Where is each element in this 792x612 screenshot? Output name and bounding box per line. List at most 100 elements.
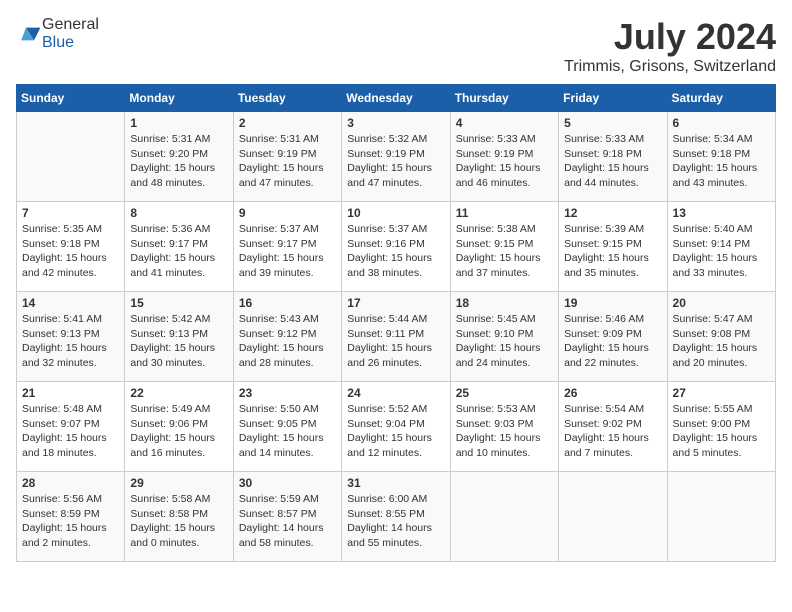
cell-content: Sunrise: 5:52 AM Sunset: 9:04 PM Dayligh… — [347, 402, 444, 461]
cell-content: Sunrise: 5:59 AM Sunset: 8:57 PM Dayligh… — [239, 492, 336, 551]
logo-icon — [18, 24, 42, 44]
cell-content: Sunrise: 5:37 AM Sunset: 9:16 PM Dayligh… — [347, 222, 444, 281]
cell-content: Sunrise: 5:45 AM Sunset: 9:10 PM Dayligh… — [456, 312, 553, 371]
calendar-cell: 22 Sunrise: 5:49 AM Sunset: 9:06 PM Dayli… — [125, 382, 233, 472]
cell-content: Sunrise: 5:54 AM Sunset: 9:02 PM Dayligh… — [564, 402, 661, 461]
calendar-cell: 19Sunrise: 5:46 AM Sunset: 9:09 PM Dayli… — [559, 292, 667, 382]
logo-blue-text: Blue — [42, 34, 74, 51]
cell-content: Sunrise: 5:50 AM Sunset: 9:05 PM Dayligh… — [239, 402, 336, 461]
cell-content: Sunrise: 5:34 AM Sunset: 9:18 PM Dayligh… — [673, 132, 770, 191]
calendar-cell: 26 Sunrise: 5:54 AM Sunset: 9:02 PM Dayli… — [559, 382, 667, 472]
calendar-cell: 27 Sunrise: 5:55 AM Sunset: 9:00 PM Dayli… — [667, 382, 775, 472]
day-number: 8 — [130, 206, 227, 220]
day-number: 1 — [130, 116, 227, 130]
page-header: General Blue July 2024 Trimmis, Grisons,… — [16, 16, 776, 76]
calendar-header-row: SundayMondayTuesdayWednesdayThursdayFrid… — [17, 85, 776, 112]
month-title: July 2024 — [564, 16, 776, 58]
day-number: 19 — [564, 296, 661, 310]
calendar-cell: 11Sunrise: 5:38 AM Sunset: 9:15 PM Dayli… — [450, 202, 558, 292]
day-number: 27 — [673, 386, 770, 400]
day-number: 24 — [347, 386, 444, 400]
calendar-cell: 3Sunrise: 5:32 AM Sunset: 9:19 PM Daylig… — [342, 112, 450, 202]
logo-general-text: General — [42, 16, 99, 33]
col-header-wednesday: Wednesday — [342, 85, 450, 112]
day-number: 7 — [22, 206, 119, 220]
calendar-week-row: 7 Sunrise: 5:35 AM Sunset: 9:18 PM Daylig… — [17, 202, 776, 292]
cell-content: Sunrise: 5:37 AM Sunset: 9:17 PM Dayligh… — [239, 222, 336, 281]
calendar-cell: 14Sunrise: 5:41 AM Sunset: 9:13 PM Dayli… — [17, 292, 125, 382]
calendar-week-row: 14Sunrise: 5:41 AM Sunset: 9:13 PM Dayli… — [17, 292, 776, 382]
col-header-saturday: Saturday — [667, 85, 775, 112]
day-number: 13 — [673, 206, 770, 220]
day-number: 22 — [130, 386, 227, 400]
cell-content: Sunrise: 5:47 AM Sunset: 9:08 PM Dayligh… — [673, 312, 770, 371]
day-number: 16 — [239, 296, 336, 310]
calendar-cell: 1Sunrise: 5:31 AM Sunset: 9:20 PM Daylig… — [125, 112, 233, 202]
day-number: 2 — [239, 116, 336, 130]
calendar-cell: 30 Sunrise: 5:59 AM Sunset: 8:57 PM Dayli… — [233, 472, 341, 562]
calendar-cell: 12 Sunrise: 5:39 AM Sunset: 9:15 PM Dayli… — [559, 202, 667, 292]
calendar-cell — [450, 472, 558, 562]
calendar-cell: 25 Sunrise: 5:53 AM Sunset: 9:03 PM Dayli… — [450, 382, 558, 472]
calendar-cell — [667, 472, 775, 562]
calendar-cell — [559, 472, 667, 562]
cell-content: Sunrise: 5:42 AM Sunset: 9:13 PM Dayligh… — [130, 312, 227, 371]
calendar-cell: 2 Sunrise: 5:31 AM Sunset: 9:19 PM Daylig… — [233, 112, 341, 202]
calendar-cell: 23 Sunrise: 5:50 AM Sunset: 9:05 PM Dayli… — [233, 382, 341, 472]
cell-content: Sunrise: 5:35 AM Sunset: 9:18 PM Dayligh… — [22, 222, 119, 281]
day-number: 18 — [456, 296, 553, 310]
day-number: 6 — [673, 116, 770, 130]
day-number: 12 — [564, 206, 661, 220]
calendar-body: 1Sunrise: 5:31 AM Sunset: 9:20 PM Daylig… — [17, 112, 776, 562]
day-number: 25 — [456, 386, 553, 400]
calendar-cell: 10 Sunrise: 5:37 AM Sunset: 9:16 PM Dayli… — [342, 202, 450, 292]
calendar-week-row: 28Sunrise: 5:56 AM Sunset: 8:59 PM Dayli… — [17, 472, 776, 562]
cell-content: Sunrise: 5:38 AM Sunset: 9:15 PM Dayligh… — [456, 222, 553, 281]
calendar-cell: 5Sunrise: 5:33 AM Sunset: 9:18 PM Daylig… — [559, 112, 667, 202]
cell-content: Sunrise: 5:53 AM Sunset: 9:03 PM Dayligh… — [456, 402, 553, 461]
day-number: 30 — [239, 476, 336, 490]
calendar-cell: 13 Sunrise: 5:40 AM Sunset: 9:14 PM Dayli… — [667, 202, 775, 292]
col-header-sunday: Sunday — [17, 85, 125, 112]
day-number: 21 — [22, 386, 119, 400]
calendar-cell: 17Sunrise: 5:44 AM Sunset: 9:11 PM Dayli… — [342, 292, 450, 382]
calendar-cell: 28Sunrise: 5:56 AM Sunset: 8:59 PM Dayli… — [17, 472, 125, 562]
day-number: 4 — [456, 116, 553, 130]
cell-content: Sunrise: 5:33 AM Sunset: 9:19 PM Dayligh… — [456, 132, 553, 191]
cell-content: Sunrise: 5:36 AM Sunset: 9:17 PM Dayligh… — [130, 222, 227, 281]
logo: General Blue — [16, 16, 99, 52]
calendar-cell: 21Sunrise: 5:48 AM Sunset: 9:07 PM Dayli… — [17, 382, 125, 472]
cell-content: Sunrise: 5:40 AM Sunset: 9:14 PM Dayligh… — [673, 222, 770, 281]
calendar-cell: 31Sunrise: 6:00 AM Sunset: 8:55 PM Dayli… — [342, 472, 450, 562]
cell-content: Sunrise: 5:39 AM Sunset: 9:15 PM Dayligh… — [564, 222, 661, 281]
day-number: 9 — [239, 206, 336, 220]
col-header-friday: Friday — [559, 85, 667, 112]
cell-content: Sunrise: 5:41 AM Sunset: 9:13 PM Dayligh… — [22, 312, 119, 371]
day-number: 20 — [673, 296, 770, 310]
calendar-week-row: 1Sunrise: 5:31 AM Sunset: 9:20 PM Daylig… — [17, 112, 776, 202]
calendar-cell: 6 Sunrise: 5:34 AM Sunset: 9:18 PM Daylig… — [667, 112, 775, 202]
calendar-cell: 24 Sunrise: 5:52 AM Sunset: 9:04 PM Dayli… — [342, 382, 450, 472]
day-number: 10 — [347, 206, 444, 220]
calendar-cell: 4 Sunrise: 5:33 AM Sunset: 9:19 PM Daylig… — [450, 112, 558, 202]
cell-content: Sunrise: 5:58 AM Sunset: 8:58 PM Dayligh… — [130, 492, 227, 551]
calendar-cell: 15 Sunrise: 5:42 AM Sunset: 9:13 PM Dayli… — [125, 292, 233, 382]
day-number: 29 — [130, 476, 227, 490]
calendar-cell: 16Sunrise: 5:43 AM Sunset: 9:12 PM Dayli… — [233, 292, 341, 382]
cell-content: Sunrise: 5:32 AM Sunset: 9:19 PM Dayligh… — [347, 132, 444, 191]
day-number: 5 — [564, 116, 661, 130]
day-number: 23 — [239, 386, 336, 400]
cell-content: Sunrise: 5:49 AM Sunset: 9:06 PM Dayligh… — [130, 402, 227, 461]
location-title: Trimmis, Grisons, Switzerland — [564, 58, 776, 76]
col-header-thursday: Thursday — [450, 85, 558, 112]
col-header-monday: Monday — [125, 85, 233, 112]
calendar-cell — [17, 112, 125, 202]
cell-content: Sunrise: 5:31 AM Sunset: 9:19 PM Dayligh… — [239, 132, 336, 191]
cell-content: Sunrise: 5:55 AM Sunset: 9:00 PM Dayligh… — [673, 402, 770, 461]
title-block: July 2024 Trimmis, Grisons, Switzerland — [564, 16, 776, 76]
day-number: 31 — [347, 476, 444, 490]
day-number: 15 — [130, 296, 227, 310]
day-number: 26 — [564, 386, 661, 400]
day-number: 17 — [347, 296, 444, 310]
calendar-cell: 9 Sunrise: 5:37 AM Sunset: 9:17 PM Daylig… — [233, 202, 341, 292]
